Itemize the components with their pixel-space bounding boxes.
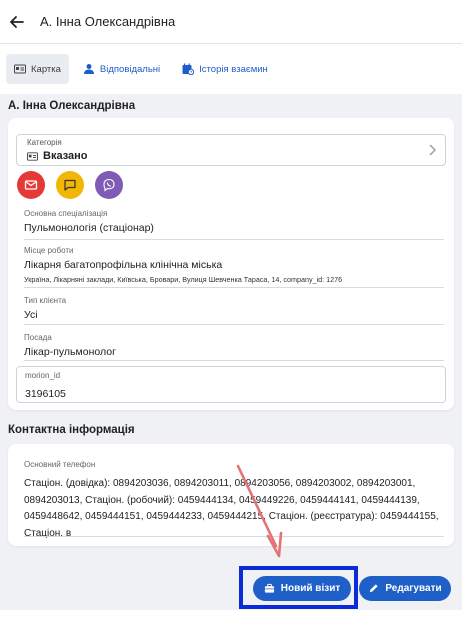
- viber-button[interactable]: [95, 171, 123, 199]
- category-value: Вказано: [43, 150, 88, 162]
- workplace-field: Місце роботи Лікарня багатопрофільна клі…: [24, 246, 342, 284]
- highlight-box: [239, 566, 358, 609]
- morion-id-field: morion_id 3196105: [16, 366, 446, 403]
- chat-button[interactable]: [56, 171, 84, 199]
- client-type-field: Тип клієнта Усі: [24, 296, 66, 321]
- tab-card[interactable]: Картка: [6, 54, 69, 84]
- back-arrow-icon[interactable]: [6, 11, 28, 33]
- chat-icon: [64, 179, 76, 191]
- divider: [24, 536, 444, 537]
- specialization-field: Основна спеціалізація Пульмонологія (ста…: [24, 209, 154, 234]
- client-type-value: Усі: [24, 309, 38, 321]
- morion-id-label: morion_id: [25, 371, 61, 380]
- email-button[interactable]: [17, 171, 45, 199]
- divider: [24, 287, 444, 288]
- email-icon: [24, 180, 38, 190]
- position-field: Посада Лікар-пульмонолог: [24, 333, 116, 358]
- workplace-label: Місце роботи: [24, 246, 74, 255]
- history-icon: [182, 63, 195, 75]
- specialization-label: Основна спеціалізація: [24, 209, 108, 218]
- client-type-label: Тип клієнта: [24, 296, 67, 305]
- edit-label: Редагувати: [385, 583, 442, 594]
- divider: [24, 360, 444, 361]
- top-bar: А. Інна Олександрівна: [0, 0, 462, 44]
- phone-label: Основний телефон: [24, 460, 96, 469]
- category-select[interactable]: Категорія Вказано: [16, 134, 446, 166]
- category-label: Категорія: [27, 138, 62, 147]
- morion-id-value: 3196105: [25, 388, 66, 400]
- tab-bar: Картка Відповідальні Історія взаємин: [6, 54, 276, 84]
- tab-history[interactable]: Історія взаємин: [174, 54, 276, 84]
- workplace-value: Лікарня багатопрофільна клінічна міська: [24, 259, 223, 271]
- page-title: А. Інна Олександрівна: [40, 14, 176, 29]
- tab-responsible-label: Відповідальні: [99, 63, 161, 75]
- card-icon: [27, 151, 38, 161]
- specialization-value: Пульмонологія (стаціонар): [24, 222, 154, 234]
- chevron-right-icon: [429, 144, 436, 156]
- phone-field: Основний телефон: [24, 460, 95, 469]
- tab-responsible[interactable]: Відповідальні: [75, 54, 168, 84]
- tab-history-label: Історія взаємин: [199, 63, 268, 75]
- position-label: Посада: [24, 333, 52, 342]
- contact-info-heading: Контактна інформація: [8, 424, 135, 436]
- tab-card-label: Картка: [31, 63, 61, 75]
- edit-button[interactable]: Редагувати: [359, 576, 451, 601]
- phone-value: Стаціон. (довідка): 0894203036, 08942030…: [24, 478, 439, 539]
- position-value: Лікар-пульмонолог: [24, 346, 116, 358]
- person-icon: [83, 64, 94, 74]
- category-value-row: Вказано: [27, 150, 88, 162]
- pencil-icon: [370, 584, 378, 593]
- divider: [24, 324, 444, 325]
- profile-name-heading: А. Інна Олександрівна: [8, 100, 136, 112]
- divider: [24, 239, 444, 240]
- viber-icon: [103, 178, 115, 192]
- workplace-address: Україна, Лікарняні заклади, Київська, Бр…: [24, 275, 343, 284]
- card-icon: [14, 64, 26, 74]
